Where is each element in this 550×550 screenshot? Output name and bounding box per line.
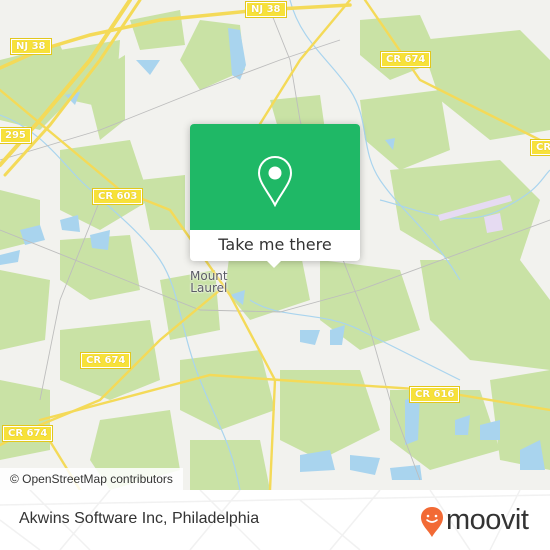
- moovit-smile-pin-icon: [421, 507, 443, 537]
- road-shield-cr603: CR 603: [91, 188, 144, 205]
- road-shield-i295: 295: [0, 127, 32, 144]
- popup-header: [190, 124, 360, 230]
- location-popup: Take me there: [190, 124, 360, 268]
- road-shield-nj38-top: NJ 38: [245, 1, 287, 18]
- place-label-mount-laurel: Mount Laurel: [190, 270, 228, 294]
- map-pin-icon: [257, 155, 293, 207]
- road-shield-cr674-top: CR 674: [379, 51, 432, 68]
- road-shield-cr674-right: CR: [529, 139, 550, 156]
- map-attribution[interactable]: © OpenStreetMap contributors: [0, 468, 183, 490]
- road-shield-cr674-bottom: CR 674: [1, 425, 54, 442]
- footer-bar: Akwins Software Inc, Philadelphia moovit: [0, 490, 550, 550]
- road-shield-cr616: CR 616: [408, 386, 461, 403]
- place-label-line2: Laurel: [190, 281, 228, 295]
- place-name: Akwins Software Inc, Philadelphia: [19, 510, 260, 527]
- take-me-there-button[interactable]: Take me there: [190, 230, 360, 261]
- map-view[interactable]: NJ 38 NJ 38 295 CR 603 CR 674 CR CR 674 …: [0, 0, 550, 490]
- road-shield-cr674-mid: CR 674: [79, 352, 132, 369]
- popup-pointer: [266, 260, 282, 268]
- moovit-wordmark: moovit: [446, 504, 529, 536]
- road-shield-nj38-left: NJ 38: [10, 38, 52, 55]
